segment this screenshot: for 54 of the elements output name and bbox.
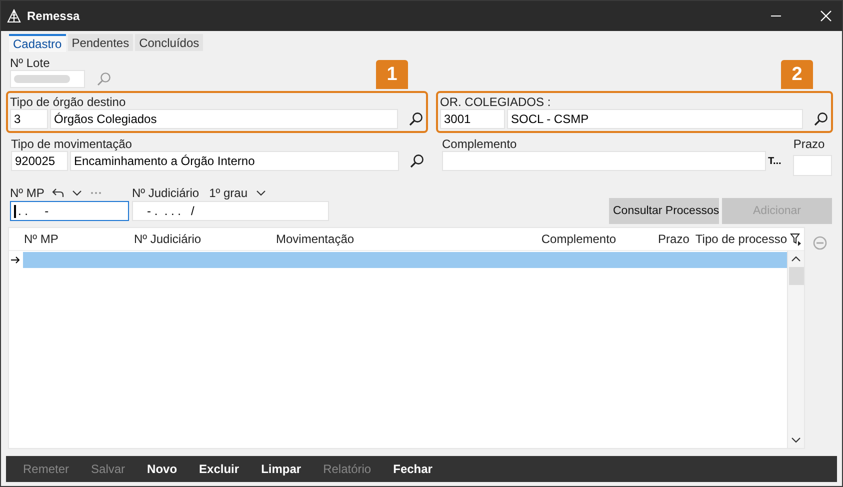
- column-header[interactable]: Movimentação: [276, 232, 542, 246]
- field-label: Tipo de órgão destino: [10, 96, 127, 109]
- chevron-down-icon[interactable]: [72, 189, 82, 197]
- scrollbar[interactable]: [787, 251, 804, 448]
- search-icon[interactable]: [410, 154, 424, 168]
- action-button[interactable]: Consultar Processos: [609, 198, 719, 224]
- column-header[interactable]: Tipo de processo: [695, 232, 787, 246]
- tab[interactable]: Pendentes: [68, 34, 134, 51]
- footer-button[interactable]: Excluir: [192, 462, 246, 476]
- field-label: Complemento: [442, 138, 518, 151]
- column-header[interactable]: Nº Judiciário: [134, 232, 276, 246]
- field-label: OR. COLEGIADOS :: [440, 96, 552, 109]
- callout-badge: 2: [781, 60, 813, 89]
- column-header[interactable]: Complemento: [541, 232, 652, 246]
- scroll-up-icon[interactable]: [791, 256, 801, 262]
- scroll-down-icon[interactable]: [791, 437, 801, 443]
- undo-arrow-icon[interactable]: [52, 188, 64, 198]
- search-icon[interactable]: [814, 112, 828, 126]
- chevron-down-icon[interactable]: [256, 189, 266, 197]
- input-field[interactable]: Órgãos Colegiados: [50, 109, 398, 129]
- truncated-label: T...: [768, 156, 782, 166]
- input-field[interactable]: . . -: [10, 201, 129, 221]
- footer-button[interactable]: Novo: [140, 462, 184, 476]
- input-field[interactable]: 3: [10, 109, 48, 129]
- footer-button[interactable]: Limpar: [254, 462, 308, 476]
- input-field[interactable]: [10, 70, 85, 88]
- search-icon[interactable]: [409, 112, 423, 126]
- input-field[interactable]: - . . . . /: [132, 201, 329, 221]
- footer-button[interactable]: Fechar: [386, 462, 440, 476]
- field-label: Nº Lote: [10, 57, 51, 70]
- input-field[interactable]: [793, 155, 832, 176]
- app-logo-icon: [7, 9, 21, 23]
- callout-badge: 1: [376, 60, 408, 89]
- field-label: Nº MP: [10, 186, 44, 200]
- filter-icon[interactable]: [790, 232, 802, 246]
- input-field[interactable]: 3001: [440, 109, 505, 129]
- tab[interactable]: Cadastro: [9, 34, 66, 52]
- input-field[interactable]: Encaminhamento a Órgão Interno: [70, 151, 399, 171]
- window-title: Remessa: [27, 9, 80, 23]
- field-label: Prazo: [793, 138, 826, 151]
- input-field[interactable]: SOCL - CSMP: [507, 109, 803, 129]
- column-header[interactable]: Nº MP: [24, 232, 134, 246]
- more-dots-icon[interactable]: [90, 191, 102, 195]
- close-icon[interactable]: [820, 10, 832, 22]
- instance-dropdown[interactable]: 1º grau: [209, 186, 248, 200]
- tab[interactable]: Concluídos: [135, 34, 204, 51]
- blurred-text-icon: [14, 74, 70, 84]
- input-field[interactable]: 920025: [11, 151, 68, 171]
- input-field[interactable]: [442, 151, 766, 171]
- field-label: Nº Judiciário: [132, 186, 200, 200]
- scroll-thumb[interactable]: [788, 267, 804, 285]
- column-header[interactable]: Prazo: [651, 232, 690, 246]
- row-pointer-icon: [11, 256, 21, 264]
- field-label: Tipo de movimentação: [11, 138, 133, 151]
